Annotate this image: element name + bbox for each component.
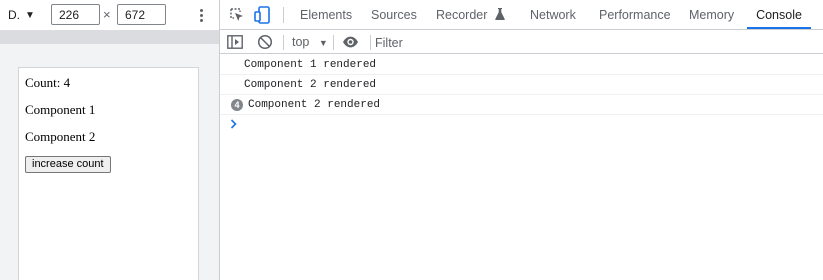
console-message-text: Component 2 rendered	[248, 99, 381, 111]
console-toolbar: top ▼	[220, 31, 823, 54]
inspect-element-icon[interactable]	[229, 7, 245, 23]
dimension-separator: ×	[103, 7, 111, 22]
console-message: Component 1 rendered	[220, 55, 823, 75]
chevron-right-icon	[230, 119, 237, 129]
flask-icon	[495, 8, 505, 21]
viewport-height-input[interactable]	[117, 4, 166, 25]
tab-network[interactable]: Network	[530, 0, 576, 30]
console-prompt[interactable]	[220, 115, 823, 135]
tab-recorder-label: Recorder	[436, 8, 488, 22]
chevron-down-icon: ▼	[25, 9, 35, 21]
tab-performance[interactable]: Performance	[599, 0, 671, 30]
count-text: Count: 4	[25, 75, 71, 90]
device-toolbar: D. ▼ ×	[0, 0, 219, 30]
rendered-page: Count: 4 Component 1 Component 2 increas…	[18, 67, 199, 280]
console-message: Component 2 rendered	[220, 75, 823, 95]
viewport-width-input[interactable]	[51, 4, 100, 25]
tab-memory[interactable]: Memory	[689, 0, 734, 30]
toolbar-separator	[283, 35, 284, 50]
tab-console[interactable]: Console	[747, 0, 811, 30]
repeat-count-badge: 4	[231, 99, 243, 111]
increase-count-button[interactable]: increase count	[25, 156, 111, 173]
chevron-down-icon: ▼	[318, 38, 328, 48]
devtools-panel: Elements Sources Recorder Network Perfor…	[220, 0, 823, 280]
toolbar-separator	[333, 35, 334, 50]
show-sidebar-icon[interactable]	[227, 35, 243, 49]
devtools-tabbar: Elements Sources Recorder Network Perfor…	[220, 0, 823, 30]
clear-console-icon[interactable]	[257, 34, 273, 50]
live-expression-eye-icon[interactable]	[342, 35, 359, 49]
toolbar-separator	[370, 35, 371, 50]
console-message-text: Component 1 rendered	[244, 59, 377, 71]
active-tab-indicator	[747, 27, 811, 29]
context-select-value: top	[292, 35, 310, 49]
device-viewport-pane: D. ▼ × Count: 4 Component 1 Component 2 …	[0, 0, 219, 280]
device-toolbar-toggle-icon[interactable]	[254, 6, 270, 24]
console-messages: Component 1 rendered Component 2 rendere…	[220, 55, 823, 280]
component-2-text: Component 2	[25, 129, 96, 144]
viewport-ruler	[0, 30, 219, 44]
device-select-label: D.	[8, 8, 20, 22]
console-message: 4 Component 2 rendered	[220, 95, 823, 115]
tab-elements[interactable]: Elements	[300, 0, 352, 30]
tab-recorder[interactable]: Recorder	[436, 0, 505, 30]
device-select[interactable]: D. ▼	[8, 5, 35, 25]
console-filter-input[interactable]	[375, 33, 815, 52]
context-select[interactable]: top ▼	[292, 34, 328, 51]
more-options-icon[interactable]	[196, 5, 206, 25]
tab-sources[interactable]: Sources	[371, 0, 417, 30]
tab-separator	[283, 7, 284, 23]
console-message-text: Component 2 rendered	[244, 79, 377, 91]
component-1-text: Component 1	[25, 102, 96, 117]
